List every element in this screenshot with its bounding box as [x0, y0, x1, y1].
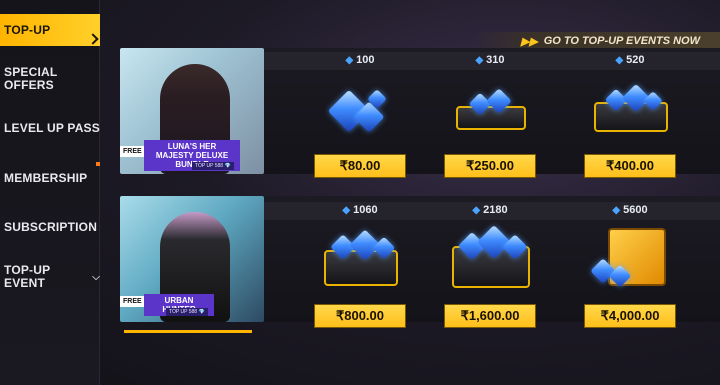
carousel-progress-bar [124, 330, 252, 333]
price-button[interactable]: ₹250.00 [444, 154, 536, 178]
diamond-vault-art [590, 228, 670, 288]
sidebar-nav: TOP-UP SPECIAL OFFERS LEVEL UP PASS MEMB… [0, 0, 100, 385]
diamond-icon: ◆ [472, 205, 481, 216]
sidebar-item-label: TOP-UP EVENT [4, 263, 51, 290]
free-badge: FREE [120, 146, 145, 157]
sidebar-item-level-up-pass[interactable]: LEVEL UP PASS [0, 113, 100, 143]
diamond-chest-art [320, 228, 400, 288]
diamond-chest-art [450, 225, 530, 288]
arrow-right-icon: ▶▶ [520, 35, 538, 48]
sidebar-item-membership[interactable]: MEMBERSHIP [0, 163, 100, 193]
sidebar-item-label: TOP-UP [4, 22, 51, 37]
diamond-amount: 1060 [353, 204, 378, 216]
sidebar-item-special-offers[interactable]: SPECIAL OFFERS [0, 62, 100, 96]
diamond-package-5600[interactable]: ◆ 5600 ₹4,000.00 [560, 202, 700, 328]
diamond-package-520[interactable]: ◆ 520 ₹400.00 [560, 52, 700, 178]
diamond-case-art [590, 78, 670, 138]
bundle-card-luna[interactable]: FREE LUNA'S HER MAJESTY DELUXE BUNDLE TO… [120, 48, 264, 174]
sidebar-item-subscription[interactable]: SUBSCRIPTION [0, 212, 100, 242]
diamond-package-100[interactable]: ◆ 100 ₹80.00 [290, 52, 430, 178]
price-button[interactable]: ₹1,600.00 [444, 304, 536, 328]
diamond-icon: ◆ [345, 55, 354, 66]
bundle-card-urban-hunter[interactable]: FREE URBAN HUNTER TOP UP 588 💎 [120, 196, 264, 322]
price-button[interactable]: ₹80.00 [314, 154, 406, 178]
diamond-amount: 310 [486, 54, 505, 66]
sidebar-item-label: LEVEL UP PASS [4, 120, 100, 135]
diamond-icon: ◆ [612, 205, 621, 216]
sidebar-item-label: MEMBERSHIP [4, 170, 88, 185]
diamond-amount: 520 [626, 54, 645, 66]
diamond-package-2180[interactable]: ◆ 2180 ₹1,600.00 [420, 202, 560, 328]
diamond-icon: ◆ [615, 55, 624, 66]
diamond-package-310[interactable]: ◆ 310 ₹250.00 [420, 52, 560, 178]
diamond-pile-art [320, 78, 400, 138]
diamond-icon: ◆ [342, 205, 351, 216]
diamond-icon: ◆ [475, 55, 484, 66]
price-button[interactable]: ₹800.00 [314, 304, 406, 328]
events-link-label: GO TO TOP-UP EVENTS NOW [543, 35, 700, 47]
sidebar-item-top-up[interactable]: TOP-UP [0, 14, 100, 46]
diamond-amount: 2180 [483, 204, 508, 216]
sidebar-item-label: SUBSCRIPTION [4, 219, 98, 234]
sidebar-item-top-up-event[interactable]: TOP-UP EVENT ⌵ [0, 262, 100, 292]
diamond-amount: 5600 [623, 204, 648, 216]
price-button[interactable]: ₹4,000.00 [584, 304, 676, 328]
sidebar-item-label: SPECIAL OFFERS [4, 65, 58, 92]
price-button[interactable]: ₹400.00 [584, 154, 676, 178]
diamond-case-art [450, 78, 530, 138]
free-badge: FREE [120, 296, 145, 307]
scroll-indicator [96, 162, 100, 166]
bundle-requirement: TOP UP 588 💎 [192, 162, 234, 170]
bundle-requirement: TOP UP 588 💎 [166, 308, 208, 316]
diamond-amount: 100 [356, 54, 375, 66]
diamond-package-1060[interactable]: ◆ 1060 ₹800.00 [290, 202, 430, 328]
chevron-down-icon: ⌵ [92, 271, 100, 283]
